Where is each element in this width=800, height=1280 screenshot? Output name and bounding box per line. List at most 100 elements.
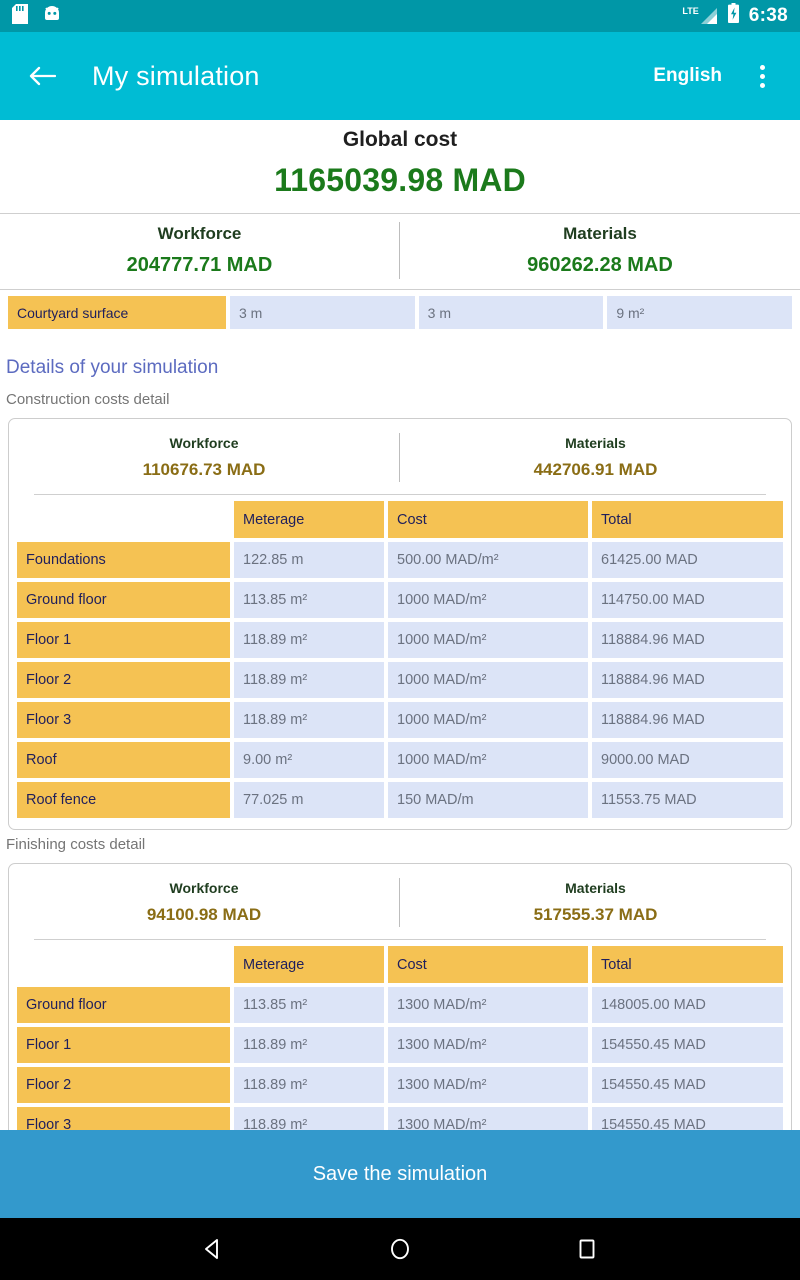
more-vertical-icon[interactable]: [742, 52, 782, 100]
row-total: 9000.00 MAD: [592, 742, 783, 778]
language-button[interactable]: English: [643, 57, 732, 95]
row-cost: 1000 MAD/m²: [388, 582, 588, 618]
row-meterage: 9.00 m²: [234, 742, 384, 778]
app-screen: LTE 6:38 My simulation English Global co…: [0, 0, 800, 1280]
column-header-cost: Cost: [388, 946, 588, 983]
lte-label: LTE: [682, 6, 699, 16]
table-row: Roof 9.00 m² 1000 MAD/m² 9000.00 MAD: [17, 742, 783, 778]
finishing-divider: [34, 939, 766, 940]
construction-workforce: Workforce 110676.73 MAD: [9, 433, 400, 482]
row-cost: 1300 MAD/m²: [388, 1067, 588, 1103]
table-row: Floor 2 118.89 m² 1300 MAD/m² 154550.45 MAD: [17, 1067, 783, 1103]
save-simulation-button[interactable]: Save the simulation: [0, 1130, 800, 1218]
construction-table-body: Foundations 122.85 m 500.00 MAD/m² 61425.00…: [17, 542, 783, 818]
row-label: Floor 1: [17, 1027, 230, 1063]
android-head-icon: [42, 5, 62, 28]
global-workforce: Workforce 204777.71 MAD: [0, 222, 400, 279]
row-total: 154550.45 MAD: [592, 1027, 783, 1063]
finishing-table: Meterage Cost Total Ground floor 113.85 m…: [9, 946, 791, 1130]
column-header-cost: Cost: [388, 501, 588, 538]
table-row: Floor 2 118.89 m² 1000 MAD/m² 118884.96 MAD: [17, 662, 783, 698]
row-total: 154550.45 MAD: [592, 1067, 783, 1103]
row-total: 11553.75 MAD: [592, 782, 783, 818]
status-bar-right: LTE 6:38: [682, 3, 788, 29]
table-row: Floor 1 118.89 m² 1000 MAD/m² 118884.96 MAD: [17, 622, 783, 658]
column-header-meterage: Meterage: [234, 946, 384, 983]
row-label: Roof: [17, 742, 230, 778]
column-header-total: Total: [592, 501, 783, 538]
construction-workforce-label: Workforce: [169, 435, 239, 451]
finishing-materials: Materials 517555.37 MAD: [400, 878, 791, 927]
row-meterage: 77.025 m: [234, 782, 384, 818]
row-label: Floor 3: [17, 702, 230, 738]
row-meterage: 118.89 m²: [234, 1107, 384, 1130]
row-meterage: 113.85 m²: [234, 582, 384, 618]
row-total: 148005.00 MAD: [592, 987, 783, 1023]
row-label: Floor 2: [17, 1067, 230, 1103]
table-row: Floor 1 118.89 m² 1300 MAD/m² 154550.45 MAD: [17, 1027, 783, 1063]
battery-charging-icon: [727, 3, 740, 29]
row-cost: 500.00 MAD/m²: [388, 542, 588, 578]
row-label: Floor 2: [17, 662, 230, 698]
finishing-workforce-value: 94100.98 MAD: [146, 905, 262, 924]
table-row: Floor 3 118.89 m² 1300 MAD/m² 154550.45 MAD: [17, 1107, 783, 1130]
row-cost: 1000 MAD/m²: [388, 702, 588, 738]
row-label: Ground floor: [17, 582, 230, 618]
row-total: 114750.00 MAD: [592, 582, 783, 618]
global-materials: Materials 960262.28 MAD: [400, 222, 800, 279]
finishing-workforce-label: Workforce: [169, 880, 239, 896]
finishing-breakdown: Workforce 94100.98 MAD Materials 517555.…: [9, 864, 791, 939]
row-cost: 1300 MAD/m²: [388, 1027, 588, 1063]
courtyard-label: Courtyard surface: [8, 296, 226, 329]
column-header-blank: [17, 946, 230, 983]
arrow-back-icon[interactable]: [18, 52, 66, 100]
row-cost: 1000 MAD/m²: [388, 742, 588, 778]
column-header-total: Total: [592, 946, 783, 983]
construction-workforce-value: 110676.73 MAD: [142, 460, 266, 479]
app-bar: My simulation English: [0, 32, 800, 120]
construction-materials: Materials 442706.91 MAD: [400, 433, 791, 482]
table-row: Foundations 122.85 m 500.00 MAD/m² 61425.00…: [17, 542, 783, 578]
finishing-subheading: Finishing costs detail: [6, 836, 146, 853]
column-header-blank: [17, 501, 230, 538]
finishing-materials-label: Materials: [565, 880, 626, 896]
row-label: Floor 1: [17, 622, 230, 658]
global-breakdown: Workforce 204777.71 MAD Materials 960262…: [0, 213, 800, 289]
row-meterage: 118.89 m²: [234, 702, 384, 738]
finishing-table-body: Ground floor 113.85 m² 1300 MAD/m² 148005.0…: [17, 987, 783, 1130]
global-workforce-value: 204777.71 MAD: [126, 254, 273, 276]
table-row: Ground floor 113.85 m² 1300 MAD/m² 148005.0…: [17, 987, 783, 1023]
row-total: 154550.45 MAD: [592, 1107, 783, 1130]
main-content[interactable]: Global cost 1165039.98 MAD Workforce 204…: [0, 120, 800, 1130]
finishing-table-header: Meterage Cost Total: [17, 946, 783, 983]
nav-back-icon[interactable]: [185, 1221, 241, 1277]
courtyard-length: 3 m: [418, 296, 604, 329]
row-cost: 1300 MAD/m²: [388, 987, 588, 1023]
row-label: Foundations: [17, 542, 230, 578]
global-materials-value: 960262.28 MAD: [527, 254, 673, 276]
construction-breakdown: Workforce 110676.73 MAD Materials 442706…: [9, 419, 791, 494]
construction-card: Workforce 110676.73 MAD Materials 442706…: [8, 418, 792, 830]
page-title: My simulation: [92, 60, 260, 91]
row-label: Floor 3: [17, 1107, 230, 1130]
global-materials-label: Materials: [563, 224, 637, 243]
table-row: Floor 3 118.89 m² 1000 MAD/m² 118884.96 MAD: [17, 702, 783, 738]
global-cost-amount: 1165039.98 MAD: [274, 162, 526, 198]
construction-divider: [34, 494, 766, 495]
row-total: 118884.96 MAD: [592, 702, 783, 738]
row-total: 118884.96 MAD: [592, 662, 783, 698]
lte-signal-icon: LTE: [682, 7, 717, 25]
status-bar: LTE 6:38: [0, 0, 800, 32]
table-row: Roof fence 77.025 m 150 MAD/m 11553.75 MAD: [17, 782, 783, 818]
row-label: Ground floor: [17, 987, 230, 1023]
courtyard-row: Courtyard surface 3 m 3 m 9 m²: [0, 289, 800, 329]
nav-home-icon[interactable]: [372, 1221, 428, 1277]
row-meterage: 118.89 m²: [234, 1067, 384, 1103]
row-label: Roof fence: [17, 782, 230, 818]
courtyard-surface: 9 m²: [607, 296, 793, 329]
nav-recents-icon[interactable]: [559, 1221, 615, 1277]
construction-table-header: Meterage Cost Total: [17, 501, 783, 538]
row-total: 61425.00 MAD: [592, 542, 783, 578]
construction-subheading: Construction costs detail: [6, 391, 170, 408]
construction-table: Meterage Cost Total Foundations 122.85 m5…: [9, 501, 791, 818]
